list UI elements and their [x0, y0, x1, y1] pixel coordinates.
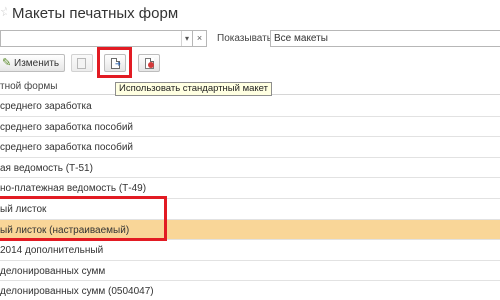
search-input[interactable]: ▾	[0, 30, 193, 47]
edit-button[interactable]: ✎ Изменить	[0, 54, 65, 72]
page-title: Макеты печатных форм	[12, 5, 179, 22]
row-label: среднего заработка	[0, 101, 92, 112]
row-label: 2014 дополнительный	[0, 245, 104, 257]
table-row[interactable]: делонированных сумм (0504047)	[0, 281, 500, 300]
row-label: среднего заработка пособий	[0, 142, 133, 154]
highlight-frame-rows	[0, 196, 167, 241]
favorite-star-icon[interactable]: ☆	[0, 6, 7, 18]
title-bar: ☆ Макеты печатных форм	[0, 0, 500, 26]
search-clear-button[interactable]: ×	[193, 30, 207, 47]
table-row[interactable]: 2014 дополнительный	[0, 240, 500, 261]
row-label: ая ведомость (Т-51)	[0, 162, 93, 174]
row-label: делонированных сумм (0504047)	[0, 286, 154, 298]
open-template-button[interactable]	[71, 54, 93, 72]
tooltip: Использовать стандартный макет	[115, 82, 272, 96]
table-row[interactable]: среднего заработка пособий	[0, 137, 500, 158]
show-filter-value: Все макеты	[274, 33, 328, 44]
column-header-name[interactable]: тной формы	[0, 81, 57, 92]
table-row[interactable]: среднего заработка пособий	[0, 116, 500, 138]
highlight-frame-button	[97, 47, 132, 78]
delete-mark-icon	[148, 62, 154, 68]
show-label: Показывать:	[217, 33, 275, 44]
row-label: среднего заработка пособий	[0, 121, 133, 133]
pencil-icon: ✎	[2, 57, 12, 69]
edit-button-label: Изменить	[14, 58, 60, 69]
row-label: делонированных сумм	[0, 265, 106, 277]
row-label: но-платежная ведомость (Т-49)	[0, 183, 147, 195]
table-row[interactable]: ая ведомость (Т-51)	[0, 157, 500, 179]
delete-template-button[interactable]	[138, 54, 160, 72]
table-row[interactable]: среднего заработка	[0, 96, 500, 117]
document-disabled-icon	[77, 58, 86, 69]
table-row[interactable]: делонированных сумм	[0, 260, 500, 282]
document-delete-icon	[145, 58, 154, 69]
show-filter-select[interactable]: Все макеты	[270, 30, 500, 47]
search-dropdown-icon[interactable]: ▾	[181, 31, 192, 46]
